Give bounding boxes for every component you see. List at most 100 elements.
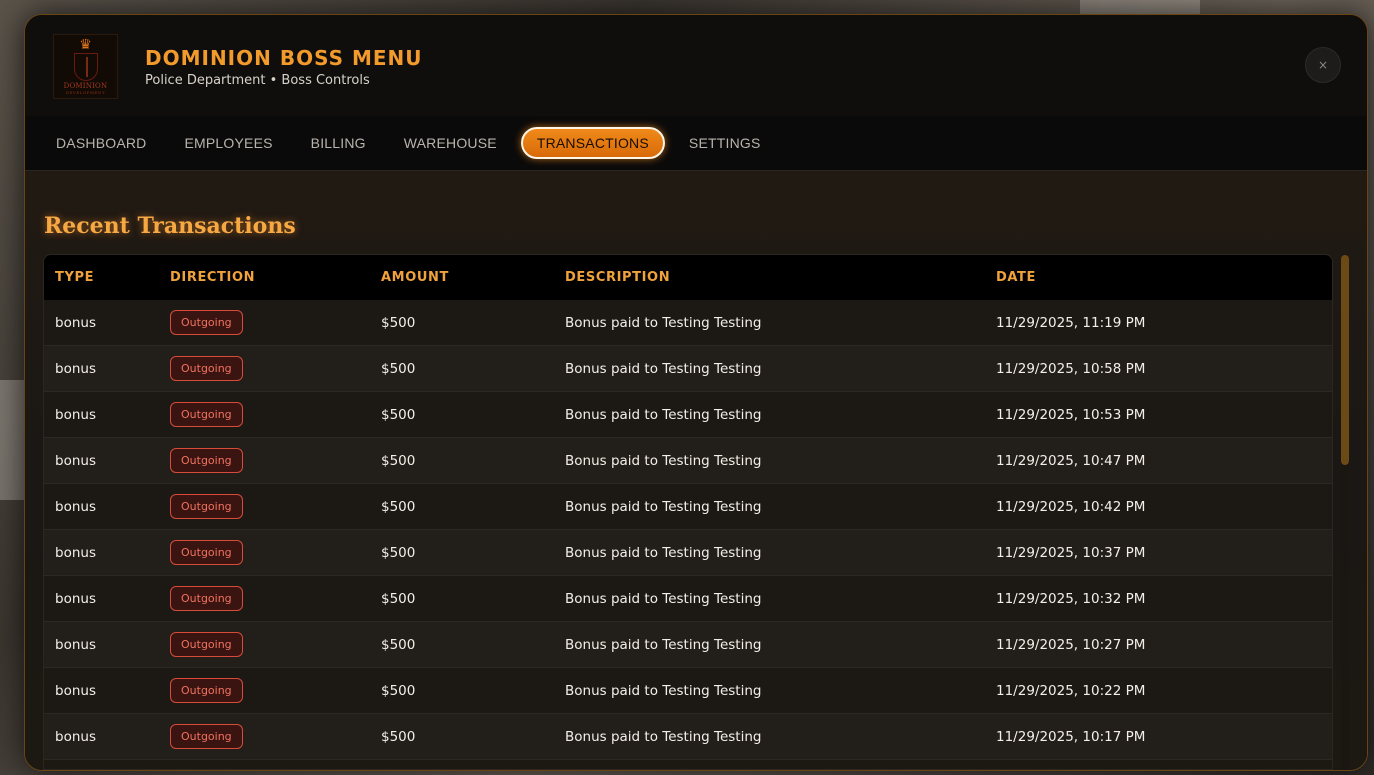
cell-amount: $500: [381, 452, 416, 469]
cell-description: Bonus paid to Testing Testing: [565, 360, 762, 377]
cell-amount: $500: [381, 636, 416, 653]
cell-type: bonus: [55, 314, 96, 331]
transactions-table: TYPE DIRECTION AMOUNT DESCRIPTION DATE b…: [43, 254, 1333, 770]
table-row[interactable]: bonus Outgoing $500 Bonus paid to Testing T…: [44, 300, 1332, 346]
table-row[interactable]: bonus Outgoing $500 Bonus paid to Testing T…: [44, 484, 1332, 530]
cell-description: Bonus paid to Testing Testing: [565, 544, 762, 561]
cell-date: 11/29/2025, 10:17 PM: [996, 728, 1146, 745]
scrollbar[interactable]: [1341, 255, 1349, 770]
column-header-type: TYPE: [55, 270, 95, 285]
direction-badge: Outgoing: [170, 448, 243, 473]
shield-icon: [73, 53, 98, 81]
scrollbar-thumb[interactable]: [1341, 255, 1349, 465]
tab-settings[interactable]: SETTINGS: [671, 127, 779, 159]
column-header-amount: AMOUNT: [381, 270, 449, 285]
cell-type: bonus: [55, 728, 96, 745]
cell-amount: $500: [381, 544, 416, 561]
cell-amount: $500: [381, 406, 416, 423]
direction-badge: Outgoing: [170, 402, 243, 427]
cell-direction: Outgoing: [170, 632, 381, 657]
cell-type: bonus: [55, 636, 96, 653]
cell-direction: Outgoing: [170, 356, 381, 381]
column-header-direction: DIRECTION: [170, 270, 256, 285]
direction-badge: Outgoing: [170, 632, 243, 657]
cell-type: bonus: [55, 544, 96, 561]
cell-description: Bonus paid to Testing Testing: [565, 406, 762, 423]
cell-direction: Outgoing: [170, 678, 381, 703]
table-row[interactable]: bonus Outgoing $500 Bonus paid to Testing T…: [44, 714, 1332, 760]
direction-badge: Outgoing: [170, 310, 243, 335]
cell-type: bonus: [55, 498, 96, 515]
cell-date: 11/29/2025, 10:53 PM: [996, 406, 1146, 423]
background-decor: [0, 380, 24, 500]
cell-direction: Outgoing: [170, 448, 381, 473]
app-title: DOMINION BOSS MENU: [145, 46, 423, 70]
cell-description: Bonus paid to Testing Testing: [565, 590, 762, 607]
cell-direction: Outgoing: [170, 586, 381, 611]
transactions-panel: Recent Transactions TYPE DIRECTION AMOUN…: [25, 171, 1367, 770]
tab-transactions[interactable]: TRANSACTIONS: [520, 127, 665, 159]
tab-billing[interactable]: BILLING: [293, 127, 384, 159]
close-icon: ×: [1317, 58, 1329, 72]
crown-icon: ♛: [79, 37, 92, 53]
tab-bar: DASHBOARD EMPLOYEES BILLING WAREHOUSE TRANSA…: [25, 116, 1367, 171]
tab-employees[interactable]: EMPLOYEES: [166, 127, 290, 159]
cell-description: Bonus paid to Testing Testing: [565, 636, 762, 653]
background-decor: [1080, 0, 1200, 14]
logo-text: DOMINION: [63, 82, 108, 90]
cell-description: Bonus paid to Testing Testing: [565, 314, 762, 331]
direction-badge: Outgoing: [170, 678, 243, 703]
tab-warehouse[interactable]: WAREHOUSE: [386, 127, 515, 159]
table-row[interactable]: bonus Outgoing $500 Bonus paid to Testing T…: [44, 576, 1332, 622]
direction-badge: Outgoing: [170, 494, 243, 519]
cell-direction: Outgoing: [170, 540, 381, 565]
cell-description: Bonus paid to Testing Testing: [565, 452, 762, 469]
cell-type: bonus: [55, 360, 96, 377]
cell-description: Bonus paid to Testing Testing: [565, 728, 762, 745]
table-row[interactable]: bonus Outgoing $500 Bonus paid to Testing T…: [44, 346, 1332, 392]
cell-type: bonus: [55, 590, 96, 607]
cell-direction: Outgoing: [170, 402, 381, 427]
cell-amount: $500: [381, 360, 416, 377]
close-button[interactable]: ×: [1305, 47, 1341, 83]
table-row[interactable]: bonus Outgoing $500 Bonus paid to Testing T…: [44, 668, 1332, 714]
table-row[interactable]: bonus Outgoing $500 Bonus paid to Testing T…: [44, 530, 1332, 576]
table-body: bonus Outgoing $500 Bonus paid to Testing T…: [44, 300, 1332, 760]
app-subtitle: Police Department • Boss Controls: [145, 73, 370, 88]
column-header-description: DESCRIPTION: [565, 270, 671, 285]
cell-date: 11/29/2025, 10:27 PM: [996, 636, 1146, 653]
cell-direction: Outgoing: [170, 494, 381, 519]
cell-type: bonus: [55, 452, 96, 469]
column-header-date: DATE: [996, 270, 1036, 285]
tab-dashboard[interactable]: DASHBOARD: [38, 127, 164, 159]
cell-type: bonus: [55, 406, 96, 423]
boss-menu-window: ♛ DOMINION DEVELOPMENT DOMINION BOSS MEN…: [24, 14, 1368, 771]
cell-date: 11/29/2025, 10:22 PM: [996, 682, 1146, 699]
direction-badge: Outgoing: [170, 540, 243, 565]
cell-amount: $500: [381, 314, 416, 331]
header: ♛ DOMINION DEVELOPMENT DOMINION BOSS MEN…: [25, 15, 1367, 116]
cell-description: Bonus paid to Testing Testing: [565, 682, 762, 699]
cell-direction: Outgoing: [170, 310, 381, 335]
cell-amount: $500: [381, 590, 416, 607]
table-row[interactable]: bonus Outgoing $500 Bonus paid to Testing T…: [44, 622, 1332, 668]
cell-date: 11/29/2025, 11:19 PM: [996, 314, 1146, 331]
direction-badge: Outgoing: [170, 356, 243, 381]
table-row[interactable]: bonus Outgoing $500 Bonus paid to Testing T…: [44, 438, 1332, 484]
section-title: Recent Transactions: [44, 213, 296, 239]
table-header: TYPE DIRECTION AMOUNT DESCRIPTION DATE: [44, 255, 1332, 300]
cell-description: Bonus paid to Testing Testing: [565, 498, 762, 515]
cell-type: bonus: [55, 682, 96, 699]
cell-date: 11/29/2025, 10:47 PM: [996, 452, 1146, 469]
logo-subtext: DEVELOPMENT: [65, 90, 106, 95]
cell-date: 11/29/2025, 10:58 PM: [996, 360, 1146, 377]
cell-direction: Outgoing: [170, 724, 381, 749]
logo: ♛ DOMINION DEVELOPMENT: [53, 34, 118, 99]
cell-date: 11/29/2025, 10:37 PM: [996, 544, 1146, 561]
direction-badge: Outgoing: [170, 586, 243, 611]
table-row[interactable]: bonus Outgoing $500 Bonus paid to Testing T…: [44, 392, 1332, 438]
cell-amount: $500: [381, 728, 416, 745]
direction-badge: Outgoing: [170, 724, 243, 749]
cell-date: 11/29/2025, 10:42 PM: [996, 498, 1146, 515]
cell-date: 11/29/2025, 10:32 PM: [996, 590, 1146, 607]
